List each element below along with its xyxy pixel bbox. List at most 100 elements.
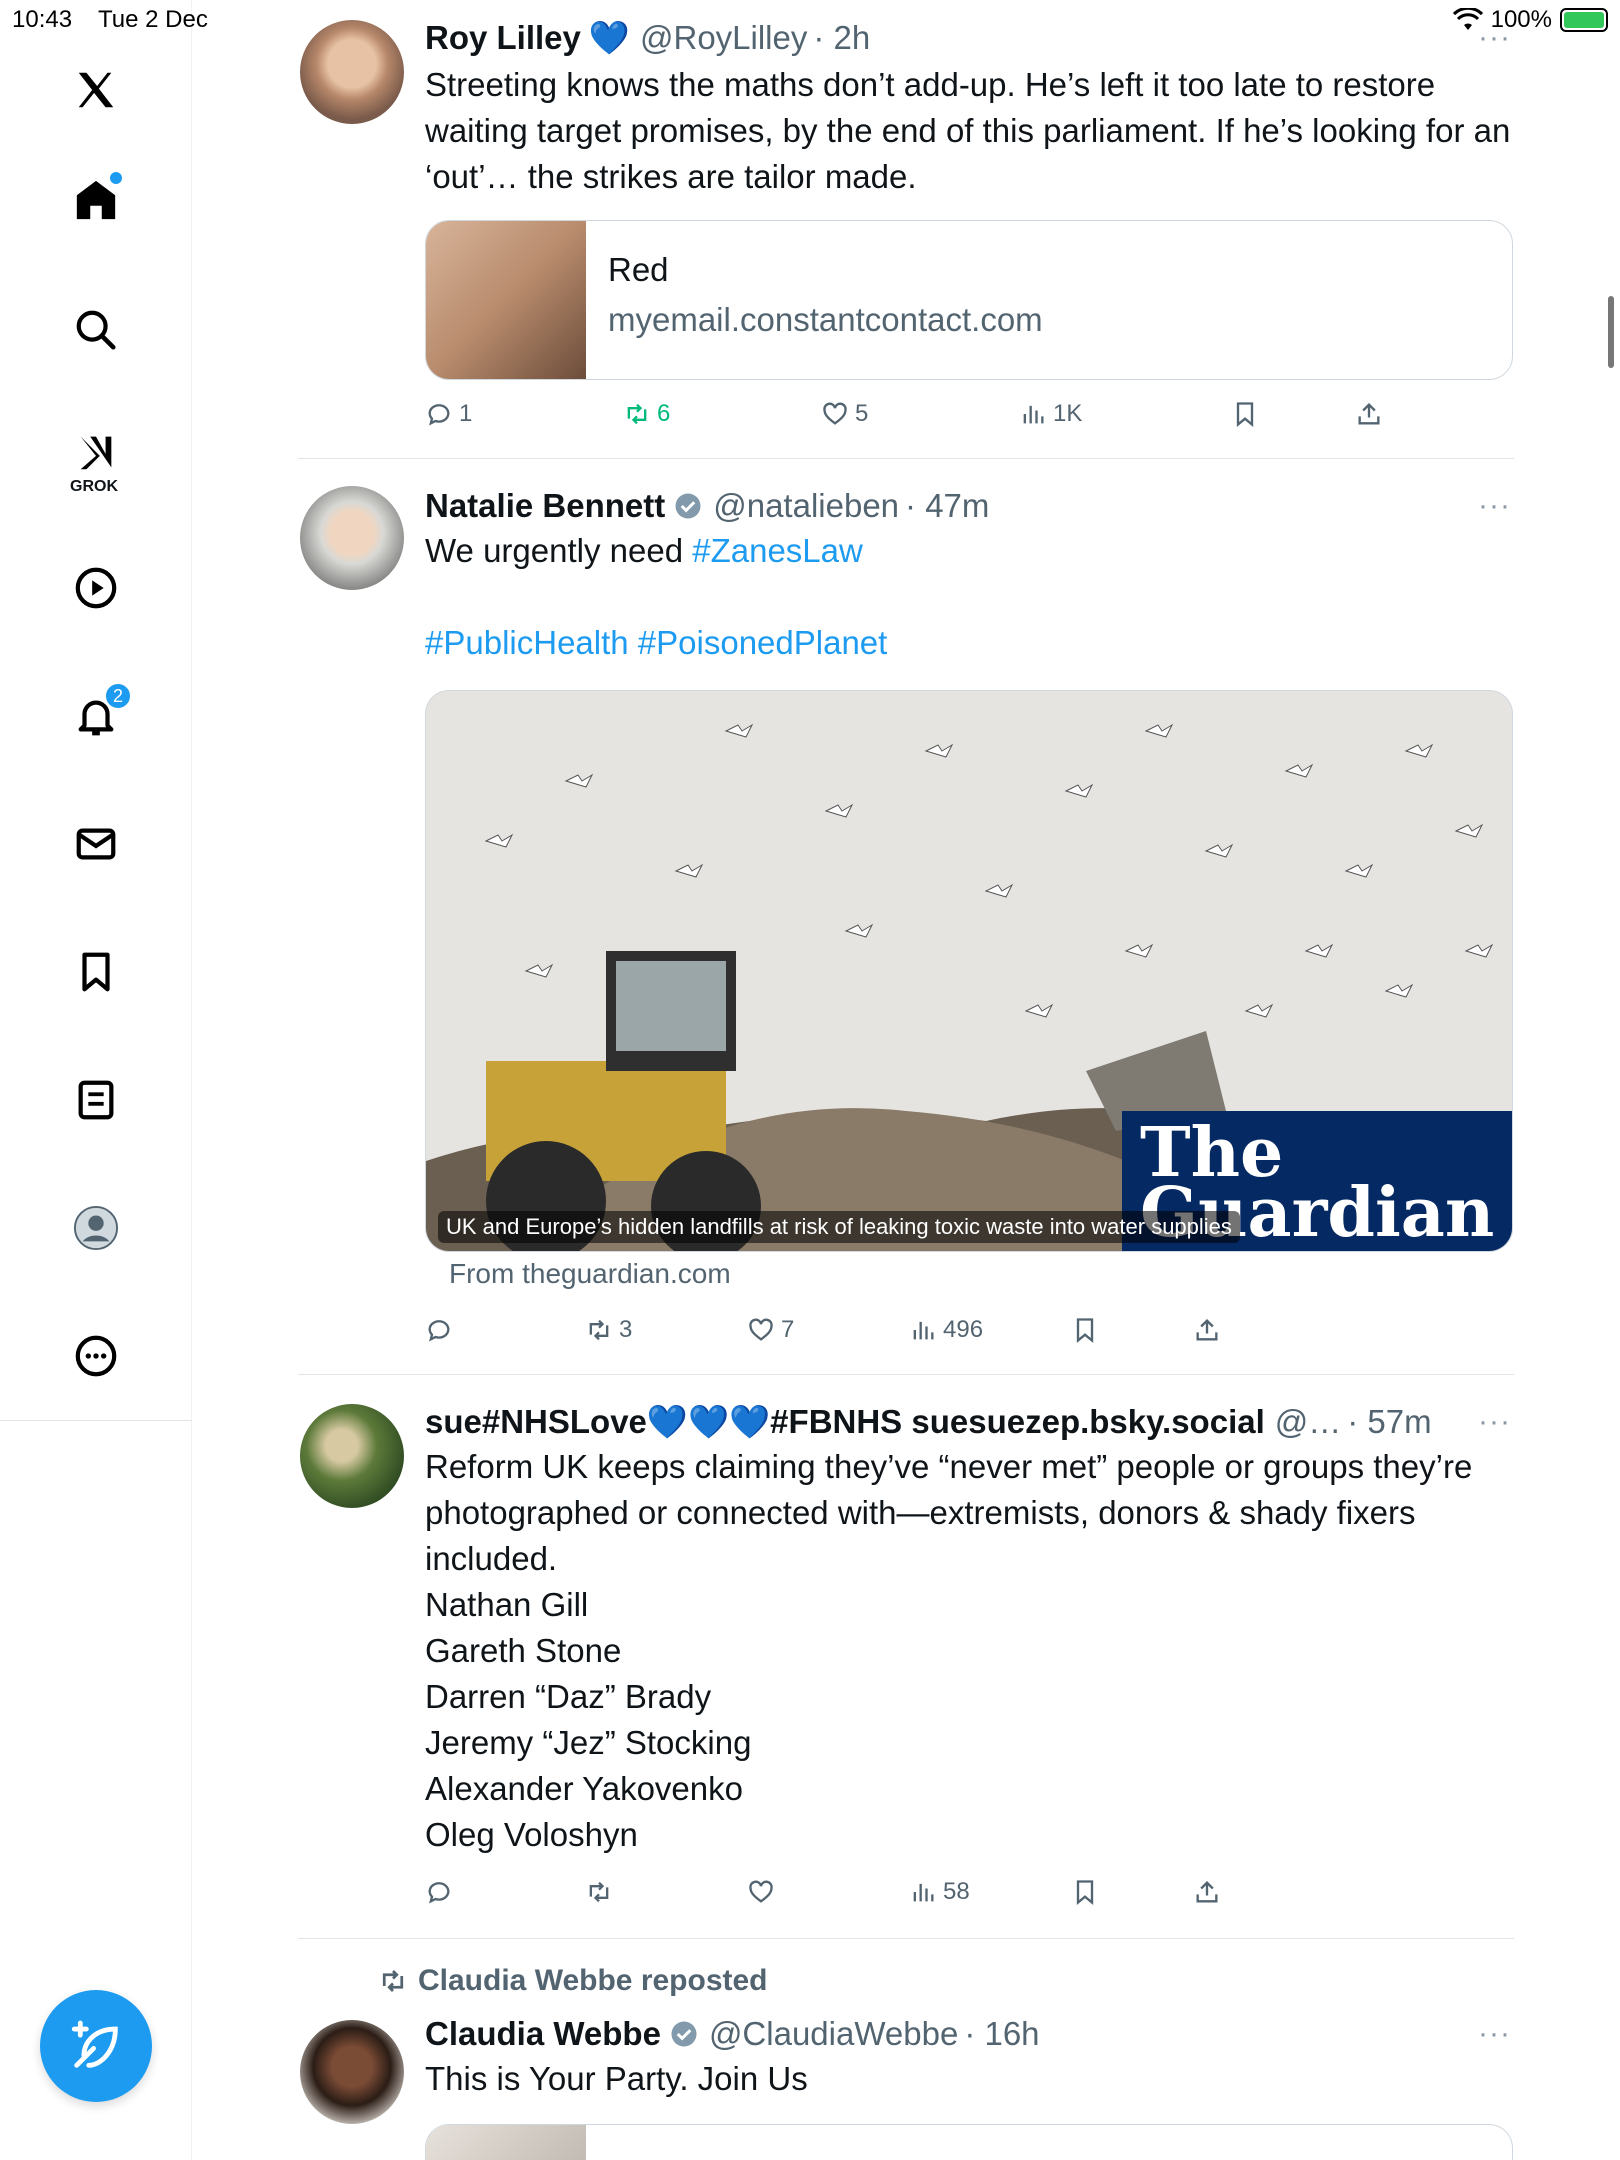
sidebar-item-more[interactable] bbox=[68, 1328, 124, 1384]
sidebar-item-video[interactable] bbox=[68, 560, 124, 616]
sidebar-divider bbox=[0, 1420, 192, 1421]
hashtag-link[interactable]: #ZanesLaw bbox=[692, 532, 863, 569]
reply-button[interactable] bbox=[425, 1316, 459, 1344]
view-count: 1K bbox=[1053, 400, 1083, 427]
more-options-button[interactable]: ··· bbox=[1478, 1400, 1511, 1444]
author-handle[interactable]: @ClaudiaWebbe bbox=[709, 2012, 958, 2056]
like-button[interactable]: 7 bbox=[747, 1316, 794, 1344]
like-button[interactable]: 5 bbox=[821, 400, 868, 428]
name-list-item: Alexander Yakovenko bbox=[425, 1770, 743, 1807]
media-card[interactable]: The Guardian UK and Europe’s hidden land… bbox=[425, 690, 1513, 1252]
sidebar-item-grok[interactable] bbox=[68, 424, 124, 480]
repost-count: 6 bbox=[657, 400, 671, 427]
share-icon bbox=[1196, 1319, 1218, 1341]
tweet-header: Natalie Bennett @natalieben · 47m ··· bbox=[425, 484, 1515, 528]
bookmark-button[interactable] bbox=[1071, 1316, 1099, 1344]
author-handle[interactable]: @natalieben bbox=[713, 484, 899, 528]
sidebar-item-profile[interactable] bbox=[68, 1200, 124, 1256]
author-name[interactable]: sue#NHSLove💙💙💙#FBNHS suesuezep.bsky.soci… bbox=[425, 1400, 1265, 1444]
tweet-separator bbox=[298, 1374, 1514, 1375]
views-button[interactable]: 58 bbox=[909, 1878, 970, 1906]
repost-icon bbox=[382, 1970, 404, 1992]
link-thumbnail bbox=[426, 2125, 586, 2160]
post-time[interactable]: · 16h bbox=[964, 2012, 1039, 2056]
heart-icon bbox=[823, 402, 847, 425]
avatar[interactable] bbox=[300, 486, 404, 590]
analytics-icon bbox=[913, 1883, 934, 1902]
list-icon bbox=[78, 1080, 114, 1120]
bookmark-icon bbox=[1236, 402, 1254, 427]
battery-icon bbox=[1560, 8, 1608, 32]
more-options-button[interactable]: ··· bbox=[1478, 2012, 1511, 2056]
media-caption: UK and Europe’s hidden landfills at risk… bbox=[438, 1211, 1240, 1243]
post-time[interactable]: · 47m bbox=[905, 484, 989, 528]
sidebar-item-lists[interactable] bbox=[68, 1072, 124, 1128]
grok-label: GROK bbox=[70, 478, 118, 495]
battery-percent: 100% bbox=[1490, 6, 1552, 33]
repost-indicator: Claudia Webbe reposted bbox=[378, 1964, 768, 1998]
share-icon bbox=[1196, 1881, 1218, 1903]
like-count: 5 bbox=[855, 400, 869, 427]
repost-by-label[interactable]: Claudia Webbe reposted bbox=[418, 1964, 768, 1998]
scrollbar[interactable] bbox=[1608, 296, 1614, 368]
avatar[interactable] bbox=[300, 2020, 404, 2124]
new-posts-dot bbox=[110, 172, 122, 184]
repost-count: 3 bbox=[619, 1316, 633, 1343]
sidebar-item-notifications[interactable]: 2 bbox=[68, 682, 132, 744]
status-right: 100% bbox=[1452, 6, 1608, 34]
x-logo-icon[interactable] bbox=[68, 62, 124, 118]
bookmark-button[interactable] bbox=[1231, 400, 1259, 428]
hashtag-line: #PublicHealth #PoisonedPlanet bbox=[425, 620, 1515, 666]
views-button[interactable]: 496 bbox=[909, 1316, 983, 1344]
analytics-icon bbox=[913, 1321, 934, 1340]
link-domain: myemail.constantcontact.com bbox=[608, 301, 1043, 338]
sidebar-item-bookmarks[interactable] bbox=[68, 944, 124, 1000]
source-domain[interactable]: From theguardian.com bbox=[449, 1258, 731, 1290]
analytics-icon bbox=[1023, 405, 1044, 424]
bookmark-icon bbox=[1076, 1880, 1094, 1905]
name-list-item: Jeremy “Jez” Stocking bbox=[425, 1724, 752, 1761]
tweet-text: Reform UK keeps claiming they’ve “never … bbox=[425, 1448, 1473, 1577]
sidebar-item-explore[interactable] bbox=[68, 302, 124, 358]
avatar[interactable] bbox=[300, 1404, 404, 1508]
author-name[interactable]: Claudia Webbe bbox=[425, 2012, 661, 2056]
timeline-feed: Roy Lilley 💙 @RoyLilley · 2h ··· Streeti… bbox=[298, 0, 1514, 2160]
name-list-item: Oleg Voloshyn bbox=[425, 1816, 638, 1853]
views-button[interactable]: 1K bbox=[1019, 400, 1082, 428]
sidebar-item-home[interactable] bbox=[68, 172, 124, 228]
author-handle[interactable]: @… bbox=[1275, 1400, 1342, 1444]
repost-button[interactable]: 6 bbox=[623, 400, 670, 428]
tweet-actions: 3 7 496 bbox=[425, 1316, 1515, 1356]
more-options-button[interactable]: ··· bbox=[1478, 484, 1511, 528]
share-button[interactable] bbox=[1355, 400, 1383, 428]
bookmark-icon bbox=[1076, 1318, 1094, 1343]
link-card[interactable]: Red myemail.constantcontact.com bbox=[425, 220, 1513, 380]
repost-button[interactable]: 3 bbox=[585, 1316, 632, 1344]
post-time[interactable]: · 57m bbox=[1347, 1400, 1431, 1444]
share-button[interactable] bbox=[1193, 1878, 1221, 1906]
tweet-header: sue#NHSLove💙💙💙#FBNHS suesuezep.bsky.soci… bbox=[425, 1400, 1515, 1444]
repost-button[interactable] bbox=[585, 1878, 613, 1906]
reply-button[interactable] bbox=[425, 1878, 453, 1906]
author-name[interactable]: Natalie Bennett bbox=[425, 484, 665, 528]
tweet-text: This is Your Party. Join Us bbox=[425, 2060, 808, 2097]
share-button[interactable] bbox=[1193, 1316, 1221, 1344]
wifi-icon bbox=[1452, 8, 1483, 30]
verified-badge-icon bbox=[675, 493, 701, 519]
verified-badge-icon bbox=[671, 2021, 697, 2047]
hashtag-links[interactable]: #PublicHealth #PoisonedPlanet bbox=[425, 624, 887, 661]
tweet-actions: 58 bbox=[425, 1878, 1515, 1918]
link-thumbnail bbox=[426, 221, 586, 379]
like-button[interactable] bbox=[747, 1878, 775, 1906]
reply-button[interactable]: 1 bbox=[425, 400, 472, 428]
bookmark-button[interactable] bbox=[1071, 1878, 1099, 1906]
name-list-item: Gareth Stone bbox=[425, 1632, 622, 1669]
tweet-header: Claudia Webbe @ClaudiaWebbe · 16h ··· bbox=[425, 2012, 1515, 2056]
view-count: 496 bbox=[943, 1316, 984, 1343]
link-card[interactable] bbox=[425, 2124, 1513, 2160]
sidebar-item-messages[interactable] bbox=[68, 816, 124, 872]
share-icon bbox=[1358, 403, 1380, 425]
tweet-actions: 1 6 5 1K bbox=[425, 400, 1515, 440]
compose-button[interactable] bbox=[40, 1990, 152, 2102]
tweet-text: We urgently need #ZanesLaw bbox=[425, 528, 1515, 574]
